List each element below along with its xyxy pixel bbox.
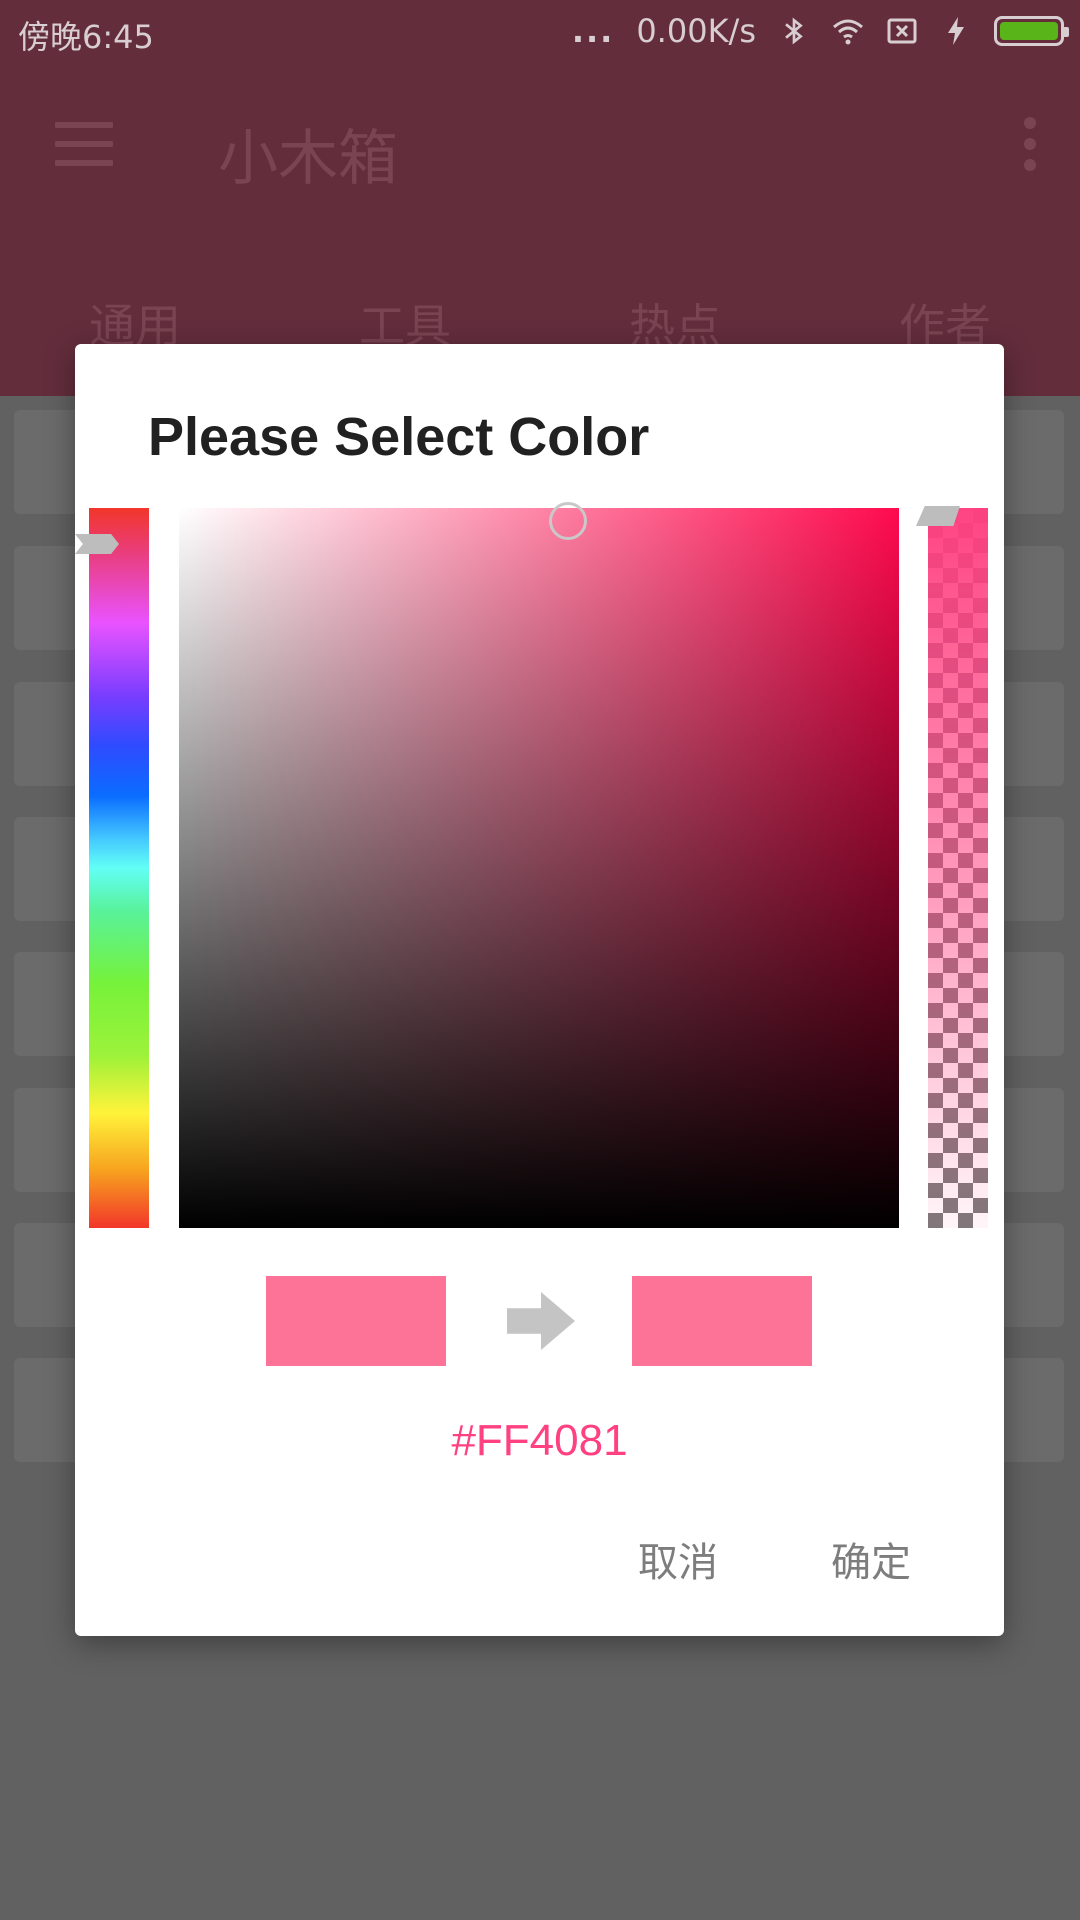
- menu-icon[interactable]: [55, 122, 113, 166]
- new-color-swatch: [632, 1276, 812, 1366]
- arrow-right-icon: [507, 1292, 575, 1350]
- wifi-icon: [833, 19, 863, 45]
- alpha-slider-handle[interactable]: [916, 506, 960, 526]
- battery-icon: [994, 16, 1069, 46]
- app-title: 小木箱: [218, 124, 398, 194]
- more-notifications-icon: ...: [571, 12, 615, 50]
- hue-slider[interactable]: [89, 508, 149, 1228]
- hue-slider-handle[interactable]: [75, 534, 119, 554]
- old-color-swatch: [266, 1276, 446, 1366]
- bluetooth-icon: [785, 17, 803, 45]
- charging-icon: [948, 17, 964, 45]
- status-time: 傍晚6:45: [18, 18, 154, 56]
- dialog-title: Please Select Color: [148, 407, 650, 467]
- cancel-button[interactable]: 取消: [628, 1522, 728, 1596]
- color-cursor[interactable]: [549, 502, 587, 540]
- hex-color-value: #FF4081: [451, 1416, 628, 1465]
- saturation-value-panel[interactable]: [179, 502, 899, 1228]
- confirm-button[interactable]: 确定: [821, 1522, 921, 1596]
- sim-disabled-icon: [887, 18, 917, 44]
- color-picker-dialog: Please Select Color #FF4081 取消 确定: [75, 344, 1004, 1636]
- status-icons: ... 0.00K/s: [571, 12, 1069, 50]
- alpha-slider[interactable]: [928, 508, 988, 1228]
- status-bar: 傍晚6:45 ... 0.00K/s: [0, 0, 1080, 62]
- overflow-menu-icon[interactable]: [1024, 117, 1038, 171]
- network-speed: 0.00K/s: [636, 12, 756, 50]
